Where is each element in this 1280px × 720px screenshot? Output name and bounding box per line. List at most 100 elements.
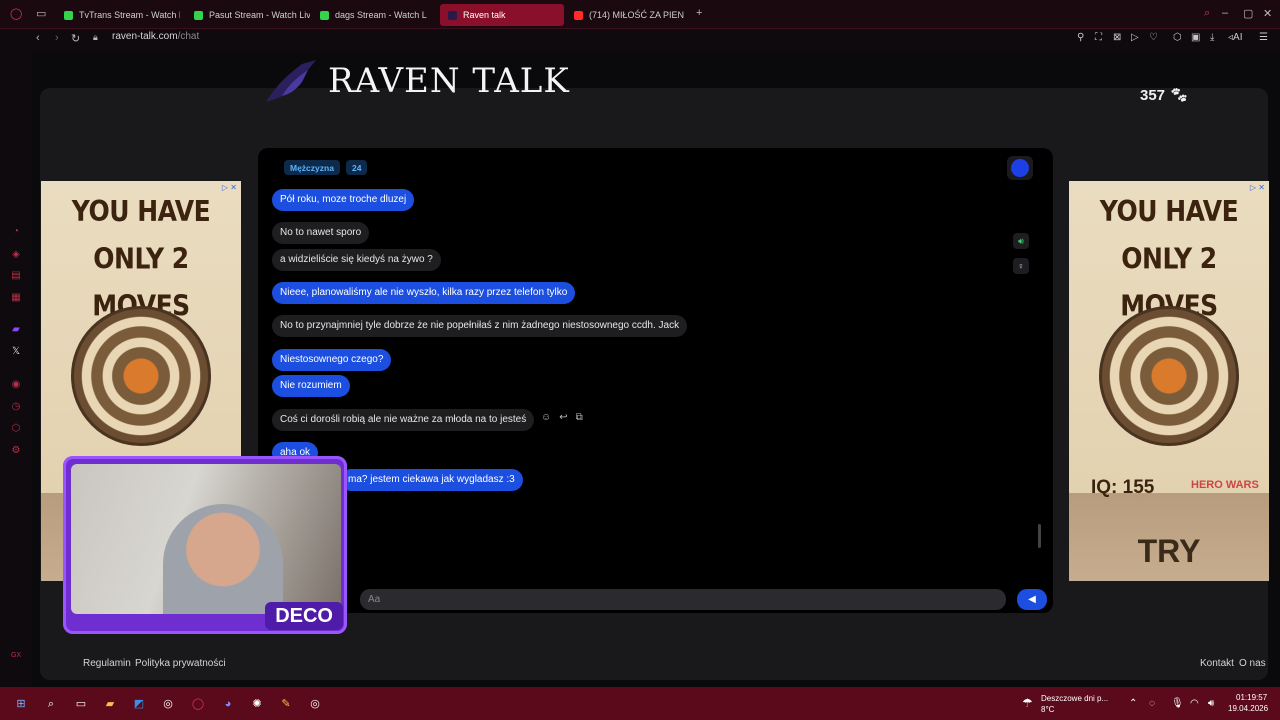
settings-icon[interactable]: ⚙ <box>10 445 22 457</box>
close-icon[interactable]: ✕ <box>1263 7 1272 20</box>
chat-scrollbar[interactable] <box>1038 524 1041 548</box>
search-icon[interactable]: ⌕ <box>1204 7 1210 20</box>
heart-icon[interactable]: ♡ <box>1149 32 1158 43</box>
message-received: No to nawet sporo <box>272 222 370 244</box>
maximize-icon[interactable]: ▢ <box>1243 7 1253 20</box>
send-button[interactable]: ◀ <box>1017 589 1047 610</box>
browser-tab-bar: ◯ ▭ TvTrans Stream - Watch L Pasut Strea… <box>0 0 1280 29</box>
gender-filter-button[interactable]: ♀ <box>1013 258 1029 274</box>
messenger-icon[interactable]: ▤ <box>10 270 22 282</box>
extensions-icon[interactable]: ⬡ <box>10 423 22 435</box>
tab-label: dags Stream - Watch L <box>335 10 427 20</box>
network-icon[interactable]: ◌ <box>1149 698 1155 709</box>
new-tab-icon[interactable]: + <box>696 7 702 19</box>
wifi-icon[interactable]: ◠ <box>1190 698 1199 709</box>
twitch-icon[interactable]: ▰ <box>10 324 22 336</box>
message-sent: Pół roku, moze troche dluzej <box>272 189 415 211</box>
steam-icon[interactable]: ◎ <box>307 696 323 712</box>
kick-icon <box>320 10 329 20</box>
clock-date[interactable]: 19.04.2026 <box>1228 704 1268 713</box>
search-icon[interactable]: ⌕ <box>43 696 59 712</box>
adblock-icon[interactable]: ⊠ <box>1113 32 1121 43</box>
ad-iq-label: IQ: 155 <box>1091 477 1155 498</box>
snapshot-icon[interactable]: ⛶ <box>1095 32 1102 43</box>
ad-banner-right[interactable]: ▷ ✕ YOU HAVE ONLY 2 MOVES IQ: 155 HERO W… <box>1069 181 1269 581</box>
discord-icon[interactable]: ◕ <box>220 696 236 712</box>
clock-time[interactable]: 01:19:57 <box>1236 693 1267 702</box>
extensions-icon[interactable]: ⬡ <box>1173 32 1182 43</box>
forward-icon[interactable]: › <box>55 32 59 44</box>
message-sent: Niestosownego czego? <box>272 349 392 371</box>
notes-icon[interactable]: ✎ <box>278 696 294 712</box>
footer-rules-link[interactable]: Regulamin <box>83 658 131 669</box>
footer-about-link[interactable]: O nas <box>1239 658 1266 669</box>
wallet-icon[interactable]: ▣ <box>1191 32 1200 43</box>
crypto-icon[interactable]: ◈ <box>10 249 22 261</box>
sound-toggle-button[interactable]: 🔊︎ <box>1013 233 1029 249</box>
kick-icon <box>64 10 73 20</box>
tab-dags[interactable]: dags Stream - Watch L <box>312 4 436 26</box>
menu-icon[interactable]: ☰ <box>1259 32 1268 43</box>
message-input[interactable] <box>360 589 1006 610</box>
aria-ai-button[interactable]: ◃AI <box>1228 32 1242 43</box>
site-title: RAVEN TALK <box>328 61 570 101</box>
youtube-icon <box>574 10 583 20</box>
gx-icon[interactable]: GX <box>10 650 22 662</box>
raven-icon <box>266 60 316 102</box>
reply-icon[interactable]: ↩ <box>559 412 567 423</box>
minimize-icon[interactable]: – <box>1222 7 1228 19</box>
x-icon[interactable]: 𝕏 <box>10 346 22 358</box>
paw-icon: 🐾︎ <box>1169 87 1189 104</box>
status-dot-icon <box>1011 159 1029 177</box>
url-field[interactable]: raven-talk.com/chat <box>112 31 199 42</box>
tab-label: TvTrans Stream - Watch L <box>79 10 180 20</box>
steam-icon[interactable]: ◎ <box>160 696 176 712</box>
tab-tvtrans[interactable]: TvTrans Stream - Watch L <box>56 4 180 26</box>
opera-logo-icon[interactable]: ◯ <box>10 7 22 20</box>
message-sent: ma? jestem ciekawa jak wygladasz :3 <box>340 469 523 491</box>
lock-icon: 🔒︎ <box>93 32 98 42</box>
ai-label: AI <box>1233 32 1243 43</box>
player-icon[interactable]: ▷ <box>1131 32 1139 43</box>
tab-youtube[interactable]: (714) MIŁOŚĆ ZA PIEN <box>566 4 690 26</box>
outlook-icon[interactable]: ◩ <box>131 696 147 712</box>
status-indicator[interactable] <box>1007 156 1033 180</box>
url-host: raven-talk.com <box>112 31 178 42</box>
chatgpt-icon[interactable]: ✺ <box>249 696 265 712</box>
tab-raven-talk[interactable]: Raven talk <box>440 4 564 26</box>
chevron-up-icon[interactable]: ⌃ <box>1129 698 1137 709</box>
partner-gender-badge: Mężczyzna <box>284 160 340 175</box>
pin-icon[interactable]: ⚲ <box>1077 32 1084 43</box>
history-icon[interactable]: ◷ <box>10 401 22 413</box>
microphone-icon[interactable]: 🎙︎ <box>1171 698 1184 709</box>
tab-list-icon[interactable]: ▭ <box>36 7 46 20</box>
streamer-image <box>163 504 283 614</box>
message-received: Coś ci dorośli robią ale nie ważne za mł… <box>272 409 535 431</box>
footer-privacy-link[interactable]: Polityka prywatności <box>135 658 226 669</box>
message-sent: Nieee, planowaliśmy ale nie wyszło, kilk… <box>272 282 576 304</box>
reload-icon[interactable]: ↻ <box>71 32 80 45</box>
message-received: No to przynajmniej tyle dobrze że nie po… <box>272 315 688 337</box>
tab-pasut[interactable]: Pasut Stream - Watch Live <box>186 4 310 26</box>
weather-text[interactable]: Deszczowe dni p... <box>1041 694 1108 703</box>
webcam-video <box>71 464 341 614</box>
speed-dial-icon[interactable]: ◔ <box>10 226 22 238</box>
ad-cta[interactable]: TRY <box>1069 533 1269 570</box>
online-counter: 357 🐾︎ <box>1140 86 1188 104</box>
opera-gx-icon[interactable]: ◯ <box>190 696 206 712</box>
mail-icon[interactable]: ▦ <box>10 292 22 304</box>
message-received: a widzieliście się kiedyś na żywo ? <box>272 249 441 271</box>
send-icon: ◀ <box>1028 594 1036 605</box>
file-explorer-icon[interactable]: ▰ <box>102 696 118 712</box>
player-icon[interactable]: ◉ <box>10 379 22 391</box>
site-logo[interactable]: RAVEN TALK <box>262 56 570 106</box>
task-view-icon[interactable]: ▭ <box>73 696 89 712</box>
copy-icon[interactable]: ⧉ <box>576 412 583 423</box>
back-icon[interactable]: ‹ <box>36 32 40 44</box>
download-icon[interactable]: ⤓ <box>1210 32 1214 43</box>
emoji-react-icon[interactable]: ☺ <box>541 412 551 423</box>
volume-icon[interactable]: 🔊︎ <box>1208 698 1214 709</box>
tab-label: (714) MIŁOŚĆ ZA PIEN <box>589 10 685 20</box>
footer-contact-link[interactable]: Kontakt <box>1200 658 1234 669</box>
start-icon[interactable]: ⊞ <box>13 696 29 712</box>
